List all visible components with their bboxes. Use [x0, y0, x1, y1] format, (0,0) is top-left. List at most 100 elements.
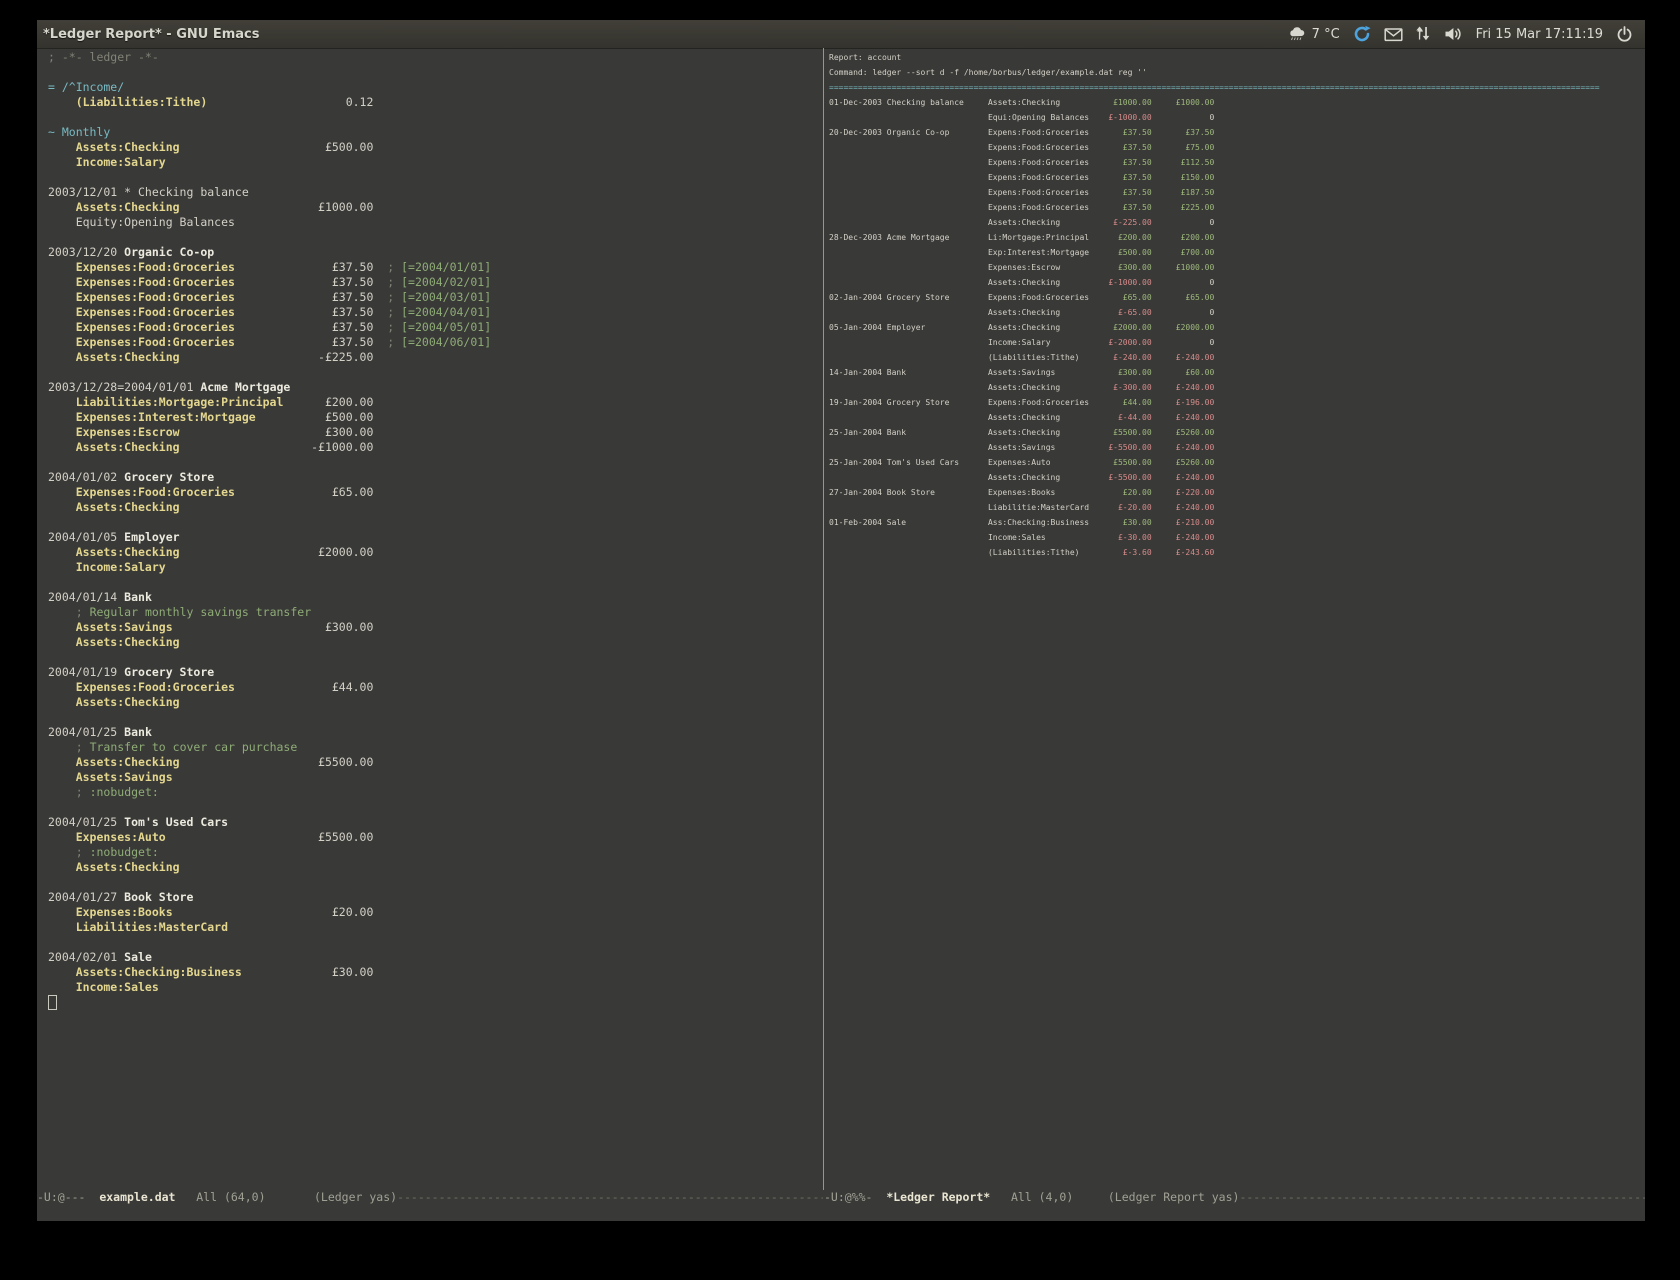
buffer-line: 2003/12/20 Organic Co-op [48, 245, 311, 260]
buffer-line [48, 935, 311, 950]
buffer-line: Expenses:Books£20.00 [48, 905, 311, 920]
buffer-line: Assets:Checking£-1000.000 [829, 275, 1645, 290]
buffer-line: 2004/01/19 Grocery Store [48, 665, 311, 680]
buffer-line: ; Transfer to cover car purchase [48, 740, 311, 755]
buffer-line: 2004/01/25 Bank [48, 725, 311, 740]
emacs-editor-area: ; -*- ledger -*- = /^Income/ (Liabilities… [37, 48, 1645, 1221]
buffer-line: Assets:Checking [48, 500, 311, 515]
emacs-frame: *Ledger Report* - GNU Emacs 7 °C [37, 20, 1645, 1221]
buffer-line: 2004/01/25 Tom's Used Cars [48, 815, 311, 830]
buffer-line: Expenses:Food:Groceries£37.50; [=2004/06… [48, 335, 311, 350]
buffer-line: Expenses:Auto£5500.00 [48, 830, 311, 845]
buffer-line: Assets:Checking£-65.000 [829, 305, 1645, 320]
ledger-report-window[interactable]: Report: accountCommand: ledger --sort d … [829, 50, 1645, 560]
buffer-line [48, 710, 311, 725]
buffer-line: Expenses:Food:Groceries£65.00 [48, 485, 311, 500]
buffer-line: Assets:Checking£-225.000 [829, 215, 1645, 230]
buffer-line: Assets:Checking£1000.00 [48, 200, 311, 215]
buffer-line [48, 65, 311, 80]
buffer-line: Expenses:Food:Groceries£37.50; [=2004/02… [48, 275, 311, 290]
buffer-line: 2004/02/01 Sale [48, 950, 311, 965]
buffer-line: (Liabilities:Tithe)0.12 [48, 95, 311, 110]
buffer-line: Report: account [829, 50, 1645, 65]
system-tray: 7 °C [1288, 25, 1645, 43]
buffer-line: ; :nobudget: [48, 785, 311, 800]
buffer-line [48, 170, 311, 185]
buffer-line: Assets:Checking£500.00 [48, 140, 311, 155]
buffer-line: Expenses:Escrow£300.00 [48, 425, 311, 440]
buffer-line: Income:Salary£-2000.000 [829, 335, 1645, 350]
buffer-line: 20-Dec-2003 Organic Co-opExpens:Food:Gro… [829, 125, 1645, 140]
buffer-line: Assets:Checking£-300.00£-240.00 [829, 380, 1645, 395]
buffer-line: Expens:Food:Groceries£37.50£112.50 [829, 155, 1645, 170]
buffer-line: Assets:Checking-£225.00 [48, 350, 311, 365]
buffer-line: Expens:Food:Groceries£37.50£187.50 [829, 185, 1645, 200]
window-divider[interactable] [823, 48, 824, 1190]
clock[interactable]: Fri 15 Mar 17:11:19 [1476, 27, 1603, 42]
buffer-line: ~ Monthly [48, 125, 311, 140]
buffer-line: Income:Salary [48, 560, 311, 575]
modeline-report-buffer: -U:@%%- *Ledger Report* All (4,0) (Ledge… [824, 1190, 1645, 1205]
buffer-line: Assets:Savings£-5500.00£-240.00 [829, 440, 1645, 455]
buffer-line: Assets:Checking£-5500.00£-240.00 [829, 470, 1645, 485]
buffer-line: Expens:Food:Groceries£37.50£225.00 [829, 200, 1645, 215]
buffer-line: ========================================… [829, 80, 1645, 95]
buffer-line [48, 650, 311, 665]
buffer-line: Command: ledger --sort d -f /home/borbus… [829, 65, 1645, 80]
buffer-line: ; -*- ledger -*- [48, 50, 311, 65]
buffer-line [48, 575, 311, 590]
buffer-line: Assets:Checking [48, 635, 311, 650]
buffer-line: Assets:Checking [48, 695, 311, 710]
buffer-line: 2004/01/14 Bank [48, 590, 311, 605]
window-title: *Ledger Report* - GNU Emacs [43, 27, 259, 42]
buffer-line: Expens:Food:Groceries£37.50£75.00 [829, 140, 1645, 155]
buffer-line: 2004/01/05 Employer [48, 530, 311, 545]
buffer-line: ; :nobudget: [48, 845, 311, 860]
buffer-line: Assets:Savings [48, 770, 311, 785]
buffer-line: Expenses:Escrow£300.00£1000.00 [829, 260, 1645, 275]
buffer-line: = /^Income/ [48, 80, 311, 95]
mail-icon[interactable] [1384, 27, 1403, 42]
refresh-icon[interactable] [1353, 25, 1371, 43]
buffer-line: Liabilitie:MasterCard£-20.00£-240.00 [829, 500, 1645, 515]
buffer-line: Liabilities:Mortgage:Principal£200.00 [48, 395, 311, 410]
volume-icon[interactable] [1444, 26, 1463, 42]
buffer-line: 2004/01/02 Grocery Store [48, 470, 311, 485]
buffer-line: 01-Feb-2004 SaleAss:Checking:Business£30… [829, 515, 1645, 530]
buffer-line: Assets:Checking:Business£30.00 [48, 965, 311, 980]
power-icon[interactable] [1616, 26, 1633, 43]
temperature-label: 7 °C [1312, 27, 1340, 42]
buffer-line: (Liabilities:Tithe)£-240.00£-240.00 [829, 350, 1645, 365]
buffer-line [48, 515, 311, 530]
modeline-source-buffer: -U:@--- example.dat All (64,0) (Ledger y… [37, 1190, 823, 1205]
buffer-line: 2003/12/01 * Checking balance [48, 185, 311, 200]
buffer-line: Liabilities:MasterCard [48, 920, 311, 935]
buffer-line: Equity:Opening Balances [48, 215, 311, 230]
buffer-line: Assets:Checking£5500.00 [48, 755, 311, 770]
ledger-source-window[interactable]: ; -*- ledger -*- = /^Income/ (Liabilities… [48, 50, 311, 1010]
buffer-line: Assets:Checking-£1000.00 [48, 440, 311, 455]
weather-icon[interactable] [1288, 26, 1306, 42]
buffer-line: Expenses:Food:Groceries£37.50; [=2004/05… [48, 320, 311, 335]
buffer-line: (Liabilities:Tithe)£-3.60£-243.60 [829, 545, 1645, 560]
buffer-line: 19-Jan-2004 Grocery StoreExpens:Food:Gro… [829, 395, 1645, 410]
buffer-line: 05-Jan-2004 EmployerAssets:Checking£2000… [829, 320, 1645, 335]
buffer-line: Equi:Opening Balances£-1000.000 [829, 110, 1645, 125]
buffer-line: Expenses:Food:Groceries£37.50; [=2004/04… [48, 305, 311, 320]
text-cursor [48, 995, 57, 1010]
buffer-line: Expenses:Food:Groceries£37.50; [=2004/01… [48, 260, 311, 275]
buffer-line: Assets:Checking£-44.00£-240.00 [829, 410, 1645, 425]
buffer-line: Expenses:Interest:Mortgage£500.00 [48, 410, 311, 425]
buffer-line: ; Regular monthly savings transfer [48, 605, 311, 620]
buffer-line [48, 800, 311, 815]
buffer-line: 02-Jan-2004 Grocery StoreExpens:Food:Gro… [829, 290, 1645, 305]
network-updown-icon[interactable] [1416, 26, 1431, 42]
buffer-line: Exp:Interest:Mortgage£500.00£700.00 [829, 245, 1645, 260]
buffer-line [48, 365, 311, 380]
buffer-line: Expens:Food:Groceries£37.50£150.00 [829, 170, 1645, 185]
buffer-line: 14-Jan-2004 BankAssets:Savings£300.00£60… [829, 365, 1645, 380]
buffer-line: 25-Jan-2004 Tom's Used CarsExpenses:Auto… [829, 455, 1645, 470]
buffer-line [48, 110, 311, 125]
buffer-line: Income:Sales£-30.00£-240.00 [829, 530, 1645, 545]
buffer-line [48, 995, 311, 1010]
